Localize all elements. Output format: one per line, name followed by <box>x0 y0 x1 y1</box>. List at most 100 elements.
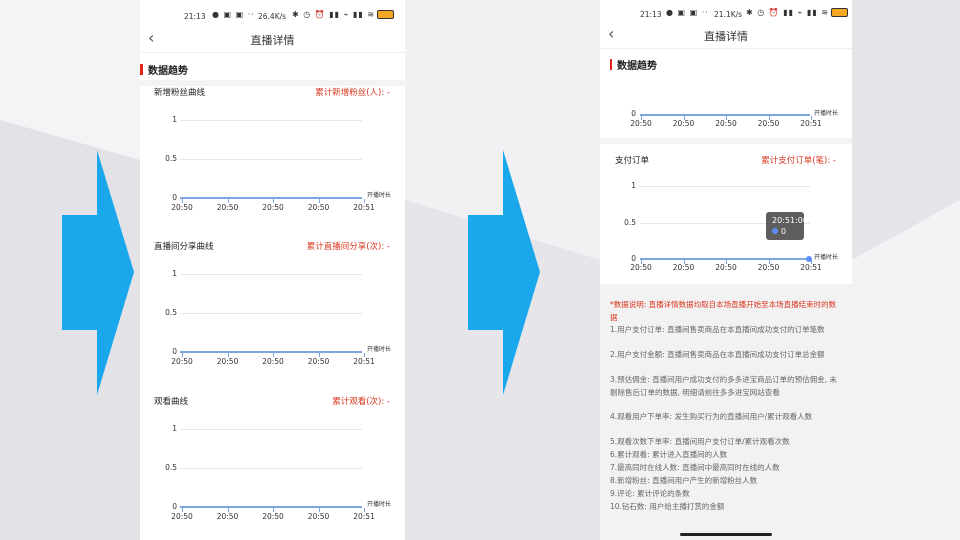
status-bar: 21:13 ● ▣ ▣ ·· 26.4K/s ✱ ◷ ⏰ ▮▮ ⌁ ▮▮ ≋ <box>140 0 405 30</box>
x-tick-label: 20:50 <box>171 512 193 521</box>
x-tick-label: 20:50 <box>216 512 239 521</box>
tooltip-value: 0 <box>781 227 787 236</box>
series-line <box>640 114 810 116</box>
x-tick-label: 20:50 <box>307 512 330 521</box>
y-tick-label: 1 <box>631 181 636 190</box>
x-tick-label: 20:51 <box>353 357 375 366</box>
gridline <box>180 429 362 430</box>
x-tick-label: 20:50 <box>216 203 239 212</box>
section-header: 数据趋势 <box>140 62 188 77</box>
gridline <box>180 313 362 314</box>
chart-title: 新增粉丝曲线 <box>154 88 206 98</box>
notification-icons: ● ▣ ▣ ·· <box>666 8 709 17</box>
chart-total: 累计观看(次): - <box>332 397 390 407</box>
y-tick-label: 0.5 <box>165 154 177 163</box>
note-item: 1.用户支付订单: 直播间售卖商品在本直播间成功支付的订单笔数 <box>610 325 825 334</box>
network-speed: 21.1K/s <box>714 10 743 19</box>
x-tick-label: 20:50 <box>715 263 737 272</box>
x-tick-label: 20:51 <box>353 512 375 521</box>
y-tick-label: 0 <box>172 502 177 511</box>
section-title: 数据趋势 <box>617 61 657 72</box>
series-line <box>180 506 362 508</box>
note-item: 2.用户支付金额: 直播间售卖商品在本直播间成功支付订单总金额 <box>610 350 825 359</box>
note-item: 4.观看用户下单率: 发生购买行为的直播间用户/累计观看人数 <box>610 412 813 421</box>
x-tick-label: 20:50 <box>715 119 737 128</box>
series-dot-icon <box>772 228 778 234</box>
x-tick-label: 20:51 <box>353 203 375 212</box>
series-line <box>640 258 810 260</box>
right-arrow-icon <box>62 150 134 395</box>
note-item: 10.钻石数: 用户给主播打赏的金额 <box>610 502 725 511</box>
data-notes: *数据说明: 直播详情数据均取自本场直播开始至本场直播结束时的数据 1.用户支付… <box>600 284 852 540</box>
x-tick-label: 20:50 <box>262 203 284 212</box>
x-tick-label: 20:51 <box>800 119 822 128</box>
note-item: 8.新增粉丝: 直播间用户产生的新增粉丝人数 <box>610 476 758 485</box>
active-point <box>806 256 812 262</box>
y-tick-label: 0 <box>631 109 636 118</box>
y-tick-label: 0 <box>631 254 636 263</box>
chart-total: 累计新增粉丝(人): - <box>315 88 390 98</box>
gridline <box>640 186 810 187</box>
note-item: 3.预估佣金: 直播间用户成功支付的多多进宝商品订单的预估佣金, 未剔除售后订单… <box>610 375 837 397</box>
x-tick-label: 20:50 <box>672 263 695 272</box>
x-axis-label: 开播时长 <box>367 501 392 508</box>
nav-bar: ‹ 直播详情 <box>600 24 852 49</box>
x-tick-label: 20:50 <box>307 357 330 366</box>
right-arrow-icon <box>468 150 540 395</box>
system-status-icons: ✱ ◷ ⏰ ▮▮ ⌁ ▮▮ ≋ <box>292 10 395 19</box>
home-indicator[interactable] <box>680 533 772 536</box>
note-item: 6.累计观看: 累计进入直播间的人数 <box>610 450 728 459</box>
x-tick-label: 20:50 <box>171 357 193 366</box>
note-item: 5.观看次数下单率: 直播间用户支付订单/累计观看次数 <box>610 437 790 446</box>
x-tick-label: 20:50 <box>630 263 652 272</box>
divider <box>600 138 852 144</box>
y-tick-label: 0.5 <box>165 463 177 472</box>
system-status-icons: ✱ ◷ ⏰ ▮▮ ⌁ ▮▮ ≋ <box>746 8 849 17</box>
x-tick-label: 20:50 <box>757 119 780 128</box>
x-axis-label: 开播时长 <box>367 192 392 199</box>
x-axis-label: 开播时长 <box>367 346 392 353</box>
chart-title: 直播间分享曲线 <box>154 242 214 252</box>
notification-icons: ● ▣ ▣ ·· <box>212 10 255 19</box>
gridline <box>180 274 362 275</box>
x-tick-label: 20:50 <box>262 512 284 521</box>
note-item: 9.评论: 累计评论的条数 <box>610 489 690 498</box>
phone-screen-right: 21:13 ● ▣ ▣ ·· 21.1K/s ✱ ◷ ⏰ ▮▮ ⌁ ▮▮ ≋ ‹… <box>600 0 852 540</box>
note-item: 7.最高同时在线人数: 直播间中最高同时在线的人数 <box>610 463 780 472</box>
status-time: 21:13 <box>640 10 662 19</box>
page-title: 直播详情 <box>704 30 748 43</box>
y-tick-label: 0 <box>172 193 177 202</box>
gridline <box>180 468 362 469</box>
gridline <box>180 159 362 160</box>
x-axis-label: 开播时长 <box>814 110 839 117</box>
y-tick-label: 1 <box>172 269 177 278</box>
y-tick-label: 1 <box>172 115 177 124</box>
section-marker <box>610 59 612 70</box>
x-tick-label: 20:51 <box>800 263 822 272</box>
x-tick-label: 20:50 <box>757 263 780 272</box>
chart-total: 累计直播间分享(次): - <box>306 242 390 252</box>
x-tick-label: 20:50 <box>672 119 695 128</box>
chart-tooltip: 20:51:00 0 <box>766 212 808 240</box>
chart-total: 累计支付订单(笔): - <box>761 156 836 166</box>
network-speed: 26.4K/s <box>258 12 287 21</box>
y-tick-label: 0 <box>172 347 177 356</box>
section-marker <box>140 64 143 75</box>
x-tick-label: 20:50 <box>630 119 652 128</box>
y-tick-label: 0.5 <box>624 217 636 227</box>
x-tick-label: 20:50 <box>216 357 239 366</box>
battery-icon <box>377 10 395 19</box>
section-header: 数据趋势 <box>610 57 657 72</box>
x-axis-label: 开播时长 <box>814 254 839 261</box>
x-tick-label: 20:50 <box>262 357 284 366</box>
section-title: 数据趋势 <box>148 66 188 77</box>
gridline <box>180 120 362 121</box>
battery-icon <box>831 8 849 17</box>
chart-title: 观看曲线 <box>154 397 189 407</box>
series-line <box>180 197 362 199</box>
x-tick-label: 20:50 <box>307 203 330 212</box>
status-time: 21:13 <box>184 12 206 21</box>
x-tick-label: 20:50 <box>171 203 193 212</box>
nav-bar: ‹ 直播详情 <box>140 28 405 53</box>
chart-title: 支付订单 <box>615 156 650 166</box>
